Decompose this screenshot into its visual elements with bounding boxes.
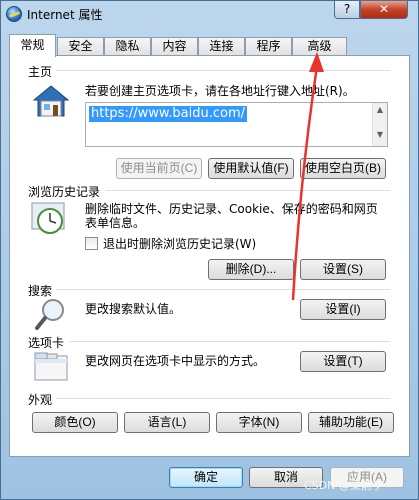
homepage-section-title: 主页 [28,63,57,80]
use-blank-button[interactable]: 使用空白页(B) [300,158,386,179]
magnifier-icon [35,299,64,330]
tab-programs[interactable]: 程序 [245,37,292,56]
window-title: Internet 属性 [27,8,103,22]
languages-button[interactable]: 语言(L) [124,412,210,433]
search-settings-button[interactable]: 设置(I) [300,299,386,320]
tab-advanced[interactable]: 高级 [292,37,347,56]
homepage-description: 若要创建主页选项卡，请在各地址行键入地址(R)。 [85,84,355,98]
internet-properties-window: Internet 属性 ? ✕ 常规 安全 隐私 内容 连接 程序 高级 主页 … [0,0,419,500]
close-button[interactable]: ✕ [360,1,408,19]
internet-explorer-icon [6,6,22,22]
delete-history-button[interactable]: 删除(D)... [208,259,294,280]
accessibility-button[interactable]: 辅助功能(E) [308,412,394,433]
history-section-title: 浏览历史记录 [28,183,105,200]
help-button[interactable]: ? [334,1,360,19]
colors-button[interactable]: 颜色(O) [32,412,118,433]
ok-button[interactable]: 确定 [169,467,243,488]
tab-content[interactable]: 内容 [151,37,198,56]
homepage-scrollbar[interactable]: ▲ ▼ [372,103,387,146]
history-description-line2: 表单信息。 [85,216,146,230]
appearance-section-title: 外观 [28,391,57,408]
homepage-url-input[interactable]: https://www.baidu.com/ ▲ ▼ [85,102,388,147]
house-icon [32,85,70,117]
tab-connections[interactable]: 连接 [198,37,245,56]
tabbed-window-icon [34,352,68,381]
delete-on-exit-label[interactable]: 退出时删除浏览历史记录(W) [103,237,256,251]
divider [106,190,390,191]
tab-privacy[interactable]: 隐私 [104,37,151,56]
tabs-section-title: 选项卡 [28,334,69,351]
general-tab-panel: 主页 若要创建主页选项卡，请在各地址行键入地址(R)。 https://www.… [9,55,410,457]
divider [50,70,390,71]
history-description-line1: 删除临时文件、历史记录、Cookie、保存的密码和网页 [85,202,378,216]
tabs-settings-button[interactable]: 设置(T) [300,351,386,372]
fonts-button[interactable]: 字体(N) [216,412,302,433]
history-settings-button[interactable]: 设置(S) [300,259,386,280]
tab-general[interactable]: 常规 [9,34,56,57]
homepage-url-value: https://www.baidu.com/ [89,106,248,122]
tabs-description: 更改网页在选项卡中显示的方式。 [85,354,266,368]
tab-security[interactable]: 安全 [57,37,104,56]
history-clock-icon [31,202,65,234]
divider [70,341,390,342]
divider [56,398,390,399]
watermark-text: CSDN @梁前亨 [304,479,383,492]
search-description: 更改搜索默认值。 [85,302,182,316]
use-current-button[interactable]: 使用当前页(C) [116,158,202,179]
use-default-button[interactable]: 使用默认值(F) [208,158,294,179]
title-bar[interactable]: Internet 属性 ? ✕ [1,1,418,29]
tab-strip: 常规 安全 隐私 内容 连接 程序 高级 [9,34,409,57]
delete-on-exit-checkbox[interactable] [85,237,98,250]
divider [56,289,390,290]
